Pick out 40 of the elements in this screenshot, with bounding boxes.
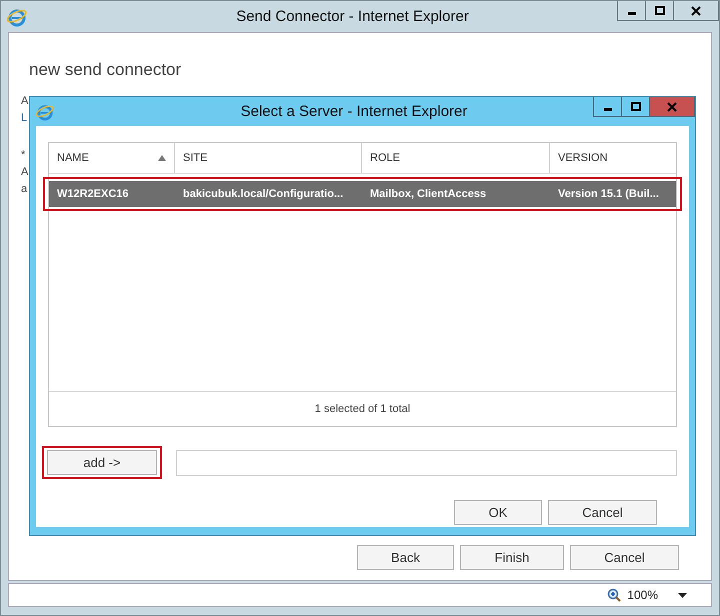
close-icon [690, 4, 702, 16]
table-cell-text: W12R2EXC16 [56, 187, 130, 202]
close-button[interactable] [673, 1, 719, 21]
page-heading: new send connector [29, 60, 182, 80]
cut-link[interactable]: L [21, 112, 30, 129]
minimize-icon [628, 12, 636, 14]
cut-text: * [21, 149, 26, 163]
null[interactable]: Finish [460, 545, 564, 570]
sort-arrow-icon[interactable] [158, 155, 166, 161]
window-title: Send Connector - Internet Explorer [235, 8, 470, 25]
null[interactable]: Cancel [548, 500, 657, 525]
minimize-button[interactable] [593, 97, 622, 117]
browser-logo-icon [36, 102, 54, 120]
selection-field[interactable] [176, 450, 677, 476]
column-header[interactable]: ROLE [370, 152, 400, 164]
dialog-title: Select a Server - Internet Explorer [240, 103, 468, 120]
add-button[interactable]: add -> [47, 450, 157, 475]
zoom-icon[interactable] [607, 588, 622, 602]
table-row[interactable]: W12R2EXC16 bakicubuk.local/Configuratio... Mailbox, ClientAccess Version 15.1 (Buil... [49, 181, 676, 207]
table-cell-text: Mailbox, ClientAccess [369, 187, 488, 202]
maximize-icon [630, 100, 642, 112]
selection-count: 1 selected of 1 total [314, 403, 410, 415]
maximize-icon [654, 4, 666, 16]
null[interactable]: Cancel [570, 545, 679, 570]
zoom-level[interactable]: 100% [627, 588, 658, 602]
dropdown-caret-icon[interactable] [678, 592, 687, 598]
cut-text: A [21, 95, 30, 109]
cut-text: A [21, 166, 30, 180]
table-cell-text: Version 15.1 (Buil... [557, 187, 660, 202]
table-cell-text: bakicubuk.local/Configuratio... [182, 187, 344, 202]
cut-text: a [21, 183, 28, 197]
minimize-icon [604, 108, 612, 110]
null[interactable]: OK [454, 500, 542, 525]
minimize-button[interactable] [617, 1, 646, 21]
column-header[interactable]: VERSION [558, 152, 608, 164]
close-icon [666, 100, 678, 112]
column-header[interactable]: SITE [183, 152, 208, 164]
null[interactable]: Back [357, 545, 454, 570]
column-header[interactable]: NAME [57, 152, 89, 164]
browser-logo-icon [7, 6, 27, 26]
